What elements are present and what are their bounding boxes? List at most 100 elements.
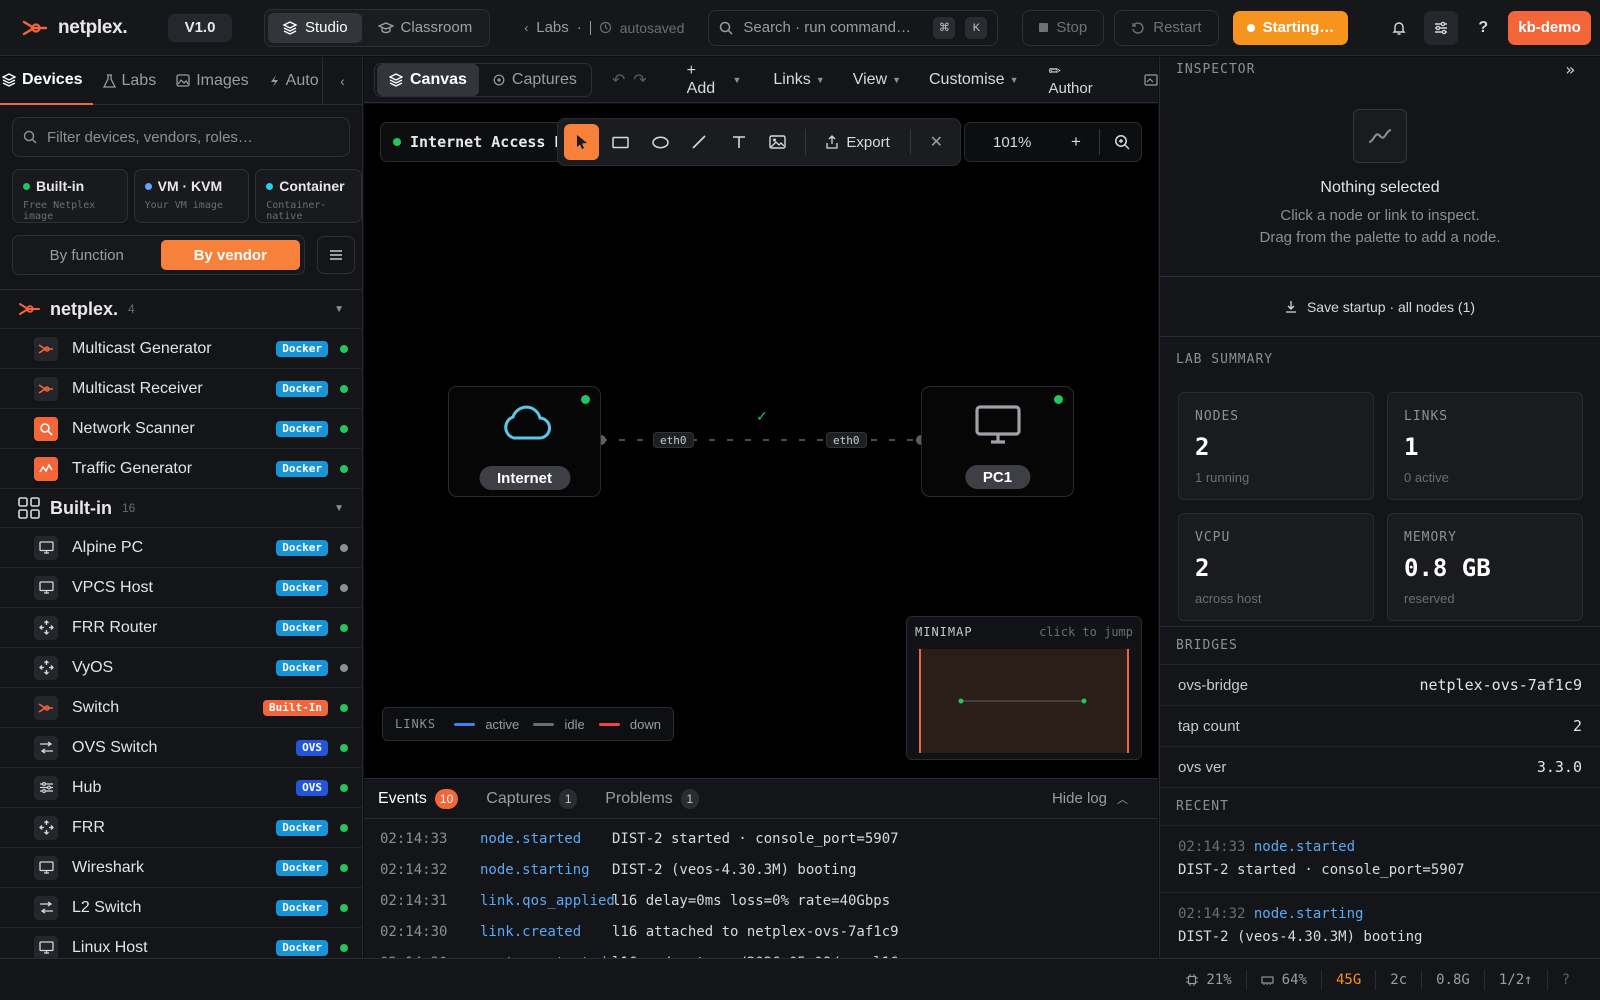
core-count: 2c <box>1375 969 1421 990</box>
by-vendor-option[interactable]: By vendor <box>160 240 300 270</box>
device-item[interactable]: Switch Built-In <box>0 688 362 728</box>
tab-canvas[interactable]: Canvas <box>377 63 479 96</box>
log-row[interactable]: 02:14:31 link.qos_applied l16 delay=0ms lo… <box>364 885 1158 916</box>
log-row[interactable]: 02:14:30 link.created l16 attached to netp… <box>364 916 1158 947</box>
minimap[interactable]: MINIMAP click to jump <box>906 616 1142 760</box>
panel-icon[interactable] <box>1144 73 1158 86</box>
summary-title: LAB SUMMARY <box>1176 351 1274 367</box>
ram-reserved: 0.8G <box>1421 969 1484 990</box>
settings-button[interactable] <box>1424 10 1459 45</box>
tab-labs[interactable]: Labs <box>93 57 167 105</box>
log-rows: 02:14:33 node.started DIST-2 started · con… <box>364 819 1158 978</box>
device-badge: Docker <box>276 619 328 636</box>
device-badge: Docker <box>276 939 328 956</box>
device-name: FRR <box>72 818 105 836</box>
link-if-b[interactable]: eth0 <box>826 432 867 448</box>
bell-icon <box>1391 20 1407 36</box>
menu-customise[interactable]: Customise ▼ <box>929 71 1019 89</box>
hide-log-button[interactable]: Hide log ︿ <box>1052 790 1128 807</box>
search-placeholder: Search · run command… <box>743 19 911 36</box>
tab-problems[interactable]: Problems 1 <box>605 788 699 809</box>
device-item[interactable]: Multicast Generator Docker <box>0 329 362 369</box>
menu-links[interactable]: Links ▼ <box>773 71 824 89</box>
brand[interactable]: netplex. <box>22 17 146 39</box>
minimap-viewport[interactable] <box>919 649 1129 753</box>
device-item[interactable]: Network Scanner Docker <box>0 409 362 449</box>
device-status-dot <box>340 943 348 952</box>
log-event: link.qos_applied <box>480 892 615 909</box>
top-bar: netplex. V1.0 Studio Classroom ‹ Labs · … <box>0 0 1600 56</box>
log-message: l16 attached to netplex-ovs-7af1c9 <box>612 923 899 940</box>
device-item[interactable]: L2 Switch Docker <box>0 888 362 928</box>
starting-button[interactable]: Starting… <box>1232 10 1349 45</box>
undo-icon[interactable]: ↶ <box>612 70 625 90</box>
tab-images[interactable]: Images <box>166 57 258 105</box>
collapse-sidebar-button[interactable]: ‹ <box>322 57 362 105</box>
by-function-option[interactable]: By function <box>17 240 157 270</box>
log-row[interactable]: 02:14:33 node.started DIST-2 started · con… <box>364 823 1158 854</box>
view-tabs: Canvas Captures <box>374 62 592 97</box>
device-item[interactable]: OVS Switch OVS <box>0 728 362 768</box>
device-badge: OVS <box>296 779 328 796</box>
node-status-led <box>1054 395 1063 404</box>
device-item[interactable]: Multicast Receiver Docker <box>0 369 362 409</box>
device-item[interactable]: Wireshark Docker <box>0 848 362 888</box>
tab-auto[interactable]: Auto <box>259 57 329 105</box>
filter-devices-input[interactable]: Filter devices, vendors, roles… <box>12 117 350 157</box>
collapse-inspector-button[interactable]: » <box>1565 60 1576 79</box>
help-button[interactable]: ? <box>1466 11 1500 45</box>
recent-title: RECENT <box>1160 788 1600 826</box>
log-row[interactable]: 02:14:32 node.starting DIST-2 (veos-4.30.3… <box>364 854 1158 885</box>
tab-devices[interactable]: Devices <box>0 57 93 105</box>
link-if-a[interactable]: eth0 <box>653 432 694 448</box>
device-item[interactable]: FRR Docker <box>0 808 362 848</box>
device-item[interactable]: Hub OVS <box>0 768 362 808</box>
category-builtin[interactable]: Built-in Free Netplex image <box>12 169 128 223</box>
save-startup-button[interactable]: Save startup · all nodes (1) <box>1160 277 1600 337</box>
category-container[interactable]: Container Container-native <box>255 169 362 223</box>
link-check-icon: ✓ <box>756 408 768 424</box>
command-search[interactable]: Search · run command… ⌘ K <box>708 9 999 46</box>
vendor-group-header[interactable]: netplex. 4 ▼ <box>0 290 362 329</box>
netplex-logo-icon <box>34 695 58 720</box>
menu-add[interactable]: + Add ▼ <box>687 62 742 98</box>
device-name: L2 Switch <box>72 898 142 916</box>
vendor-group-header[interactable]: Built-in 16 ▼ <box>0 489 362 528</box>
list-view-button[interactable] <box>317 236 355 274</box>
tab-events[interactable]: Events 10 <box>378 788 459 809</box>
version-badge[interactable]: V1.0 <box>168 13 232 42</box>
notifications-button[interactable] <box>1382 11 1416 45</box>
device-item[interactable]: Linux Host Docker <box>0 928 362 958</box>
topology-canvas[interactable]: Internet Access D Export ✕ 101% + eth0 e… <box>364 104 1158 778</box>
restart-button[interactable]: Restart <box>1114 9 1219 46</box>
node-pc1[interactable]: PC1 <box>921 386 1074 497</box>
device-item[interactable]: VyOS Docker <box>0 648 362 688</box>
crumb-labs[interactable]: Labs <box>536 19 569 36</box>
menu-view[interactable]: View ▼ <box>853 71 901 89</box>
mode-classroom[interactable]: Classroom <box>364 13 487 43</box>
device-name: FRR Router <box>72 618 158 636</box>
device-item[interactable]: Traffic Generator Docker <box>0 449 362 489</box>
device-item[interactable]: FRR Router Docker <box>0 608 362 648</box>
tab-captures[interactable]: Captures <box>481 64 589 96</box>
user-badge[interactable]: kb-demo <box>1508 10 1591 45</box>
log-event: link.created <box>480 923 582 940</box>
device-item[interactable]: VPCS Host Docker <box>0 568 362 608</box>
status-help[interactable]: ? <box>1546 969 1584 990</box>
device-status-dot <box>340 823 348 832</box>
page-indicator[interactable]: 1/2↑ <box>1483 969 1547 990</box>
log-time: 02:14:33 <box>380 830 448 847</box>
author-button[interactable]: ✏ Author <box>1049 62 1109 97</box>
stop-button[interactable]: Stop <box>1022 9 1105 46</box>
mode-studio[interactable]: Studio <box>268 12 362 43</box>
tab-log-captures[interactable]: Captures 1 <box>486 788 578 809</box>
redo-icon[interactable]: ↷ <box>633 70 646 90</box>
device-name: VyOS <box>72 658 114 676</box>
device-badge: Docker <box>276 380 328 397</box>
device-item[interactable]: Alpine PC Docker <box>0 528 362 568</box>
node-internet[interactable]: Internet <box>448 386 601 497</box>
image-categories: Built-in Free Netplex image VM · KVM You… <box>12 169 362 223</box>
device-status-dot <box>340 903 348 912</box>
category-vm-kvm[interactable]: VM · KVM Your VM image <box>133 169 250 223</box>
device-status-dot <box>340 464 348 473</box>
